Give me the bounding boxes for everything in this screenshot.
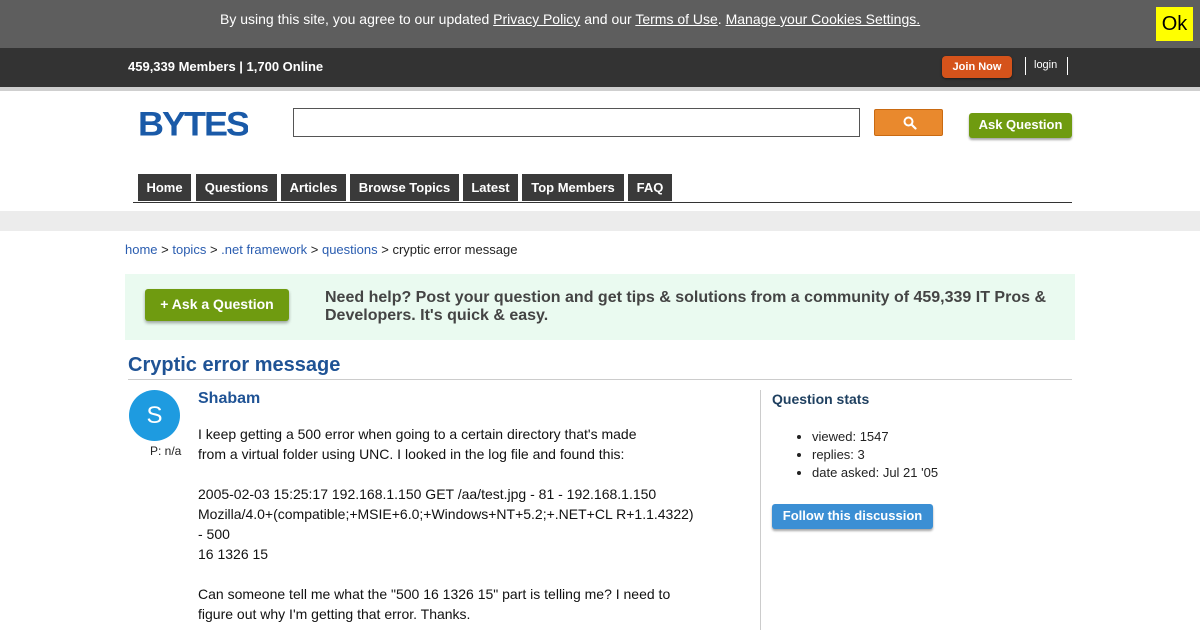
divider	[1025, 57, 1026, 75]
breadcrumb-questions[interactable]: questions	[322, 242, 378, 257]
terms-of-use-link[interactable]: Terms of Use	[635, 11, 717, 27]
content-band	[0, 211, 1200, 231]
cookie-prefix-text: By using this site, you agree to our upd…	[220, 11, 494, 27]
search-input[interactable]	[293, 108, 860, 137]
nav-item-browse-topics[interactable]: Browse Topics	[350, 174, 459, 201]
main-nav: Home Questions Articles Browse Topics La…	[133, 174, 1072, 203]
privacy-policy-link[interactable]: Privacy Policy	[493, 11, 580, 27]
members-online-count: 459,339 Members | 1,700 Online	[128, 59, 324, 74]
login-link[interactable]: login	[1034, 59, 1057, 71]
nav-item-questions[interactable]: Questions	[196, 174, 277, 201]
breadcrumb-topics[interactable]: topics	[172, 242, 206, 257]
members-bar: 459,339 Members | 1,700 Online Join Now …	[0, 48, 1200, 87]
ask-question-button[interactable]: Ask Question	[969, 113, 1072, 138]
nav-item-top-members[interactable]: Top Members	[522, 174, 624, 201]
help-text: Need help? Post your question and get ti…	[325, 289, 1046, 324]
follow-discussion-button[interactable]: Follow this discussion	[772, 504, 933, 529]
search-button[interactable]	[874, 109, 943, 136]
join-now-button[interactable]: Join Now	[942, 56, 1012, 78]
bytes-logo[interactable]: BYTES	[138, 105, 252, 143]
breadcrumb-current: cryptic error message	[392, 242, 518, 257]
breadcrumb-net-framework[interactable]: .net framework	[221, 242, 307, 257]
cookie-dot-text: .	[717, 11, 726, 27]
manage-cookies-link[interactable]: Manage your Cookies Settings.	[726, 11, 921, 27]
cookie-banner: By using this site, you agree to our upd…	[0, 0, 1200, 48]
cookie-notice-text: By using this site, you agree to our upd…	[220, 11, 920, 27]
ask-a-question-button[interactable]: + Ask a Question	[145, 289, 289, 321]
nav-item-faq[interactable]: FAQ	[628, 174, 672, 201]
question-body: I keep getting a 500 error when going to…	[198, 426, 694, 622]
nav-item-latest[interactable]: Latest	[463, 174, 518, 201]
logo-text: BYTES	[138, 106, 248, 140]
divider	[1067, 57, 1068, 75]
question-stats-list: viewed: 1547 replies: 3 date asked: Jul …	[812, 428, 938, 482]
column-divider	[760, 390, 761, 630]
question-title: Cryptic error message	[128, 354, 341, 376]
avatar[interactable]: S	[129, 390, 180, 441]
question-stats-title: Question stats	[772, 391, 870, 407]
breadcrumb: home > topics > .net framework > questio…	[125, 242, 518, 257]
cookie-ok-button[interactable]: Ok	[1156, 7, 1193, 41]
author-points: P: n/a	[150, 444, 182, 458]
title-divider	[128, 379, 1072, 380]
nav-item-articles[interactable]: Articles	[281, 174, 346, 201]
stat-viewed: viewed: 1547	[812, 428, 938, 446]
cookie-middle-text: and our	[580, 11, 636, 27]
stat-replies: replies: 3	[812, 446, 938, 464]
search-icon	[903, 116, 917, 130]
stat-date-asked: date asked: Jul 21 '05	[812, 464, 938, 482]
nav-item-home[interactable]: Home	[138, 174, 191, 201]
breadcrumb-home[interactable]: home	[125, 242, 158, 257]
author-name[interactable]: Shabam	[198, 390, 260, 408]
help-banner: + Ask a Question Need help? Post your qu…	[125, 274, 1075, 340]
header-divider	[0, 87, 1200, 91]
